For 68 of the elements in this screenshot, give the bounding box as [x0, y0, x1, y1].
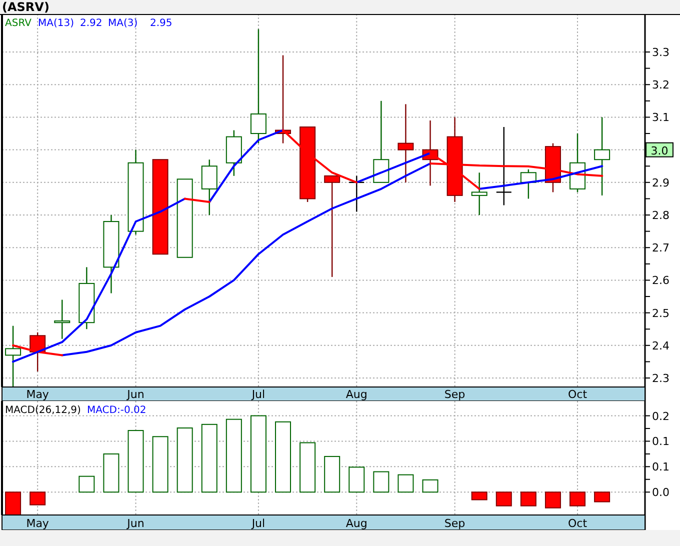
axis-label: Jun — [127, 388, 144, 401]
legend-value: 2.95 — [150, 18, 172, 29]
candlestick — [226, 130, 242, 176]
legend-label: MA(13) — [38, 18, 74, 29]
histogram-bar — [300, 442, 316, 493]
axis-label: 0.1 — [652, 460, 670, 474]
axis-label: Oct — [568, 388, 588, 401]
axis-label: 2.9 — [652, 176, 670, 190]
axis-label: 2.7 — [652, 242, 670, 255]
axis-label: May — [26, 517, 49, 530]
histogram-bar — [471, 492, 488, 500]
histogram-bar — [5, 492, 22, 515]
histogram-bar — [398, 474, 414, 493]
legend-label: ASRV — [5, 18, 32, 29]
axis-label: 0.2 — [652, 410, 670, 423]
candlestick — [54, 300, 70, 339]
candlestick — [544, 143, 561, 192]
axis-label: 2.8 — [652, 209, 670, 222]
axis-label: 3.1 — [652, 111, 670, 124]
axis-label: Oct — [568, 517, 588, 530]
axis-label: 2.5 — [652, 306, 670, 320]
axis-label: 0.1 — [652, 435, 670, 448]
candlestick — [520, 169, 536, 199]
histogram-bar — [496, 492, 512, 506]
candlestick — [422, 120, 438, 186]
histogram-bar — [422, 479, 438, 493]
chart-title: (ASRV) — [2, 0, 50, 14]
histogram-bar — [348, 466, 365, 493]
axis-label: 0.0 — [652, 486, 670, 500]
candlestick — [570, 134, 586, 192]
legend-label: MA(3) — [108, 18, 138, 29]
axis-label: 3.2 — [652, 78, 670, 92]
histogram-bar — [570, 492, 586, 506]
histogram-bar — [176, 427, 193, 493]
axis-label: May — [26, 388, 49, 401]
axis-label: Aug — [346, 388, 368, 401]
axis-label: Jun — [127, 517, 144, 530]
histogram-bar — [103, 453, 120, 493]
histogram-bar — [128, 430, 144, 493]
histogram-bar — [201, 424, 218, 493]
axis-label: Sep — [444, 388, 466, 401]
candlestick — [349, 176, 364, 212]
candlestick — [5, 326, 22, 387]
histogram-bar — [152, 436, 168, 493]
histogram-bar — [520, 492, 536, 506]
axis-label: Sep — [444, 517, 466, 530]
axis-label: Aug — [346, 517, 368, 530]
candlestick — [201, 160, 218, 215]
candlestick — [30, 332, 46, 372]
histogram-bar — [324, 456, 340, 493]
candlestick — [78, 267, 95, 330]
candlestick — [471, 172, 488, 215]
axis-label: 2.4 — [652, 339, 670, 352]
axis-label: 3.3 — [652, 46, 670, 59]
legend-label: MACD(26,12,9) — [5, 405, 81, 416]
axis-label: 2.3 — [652, 372, 670, 385]
axis-label: 2.6 — [652, 274, 670, 288]
histogram-bar — [544, 492, 561, 508]
histogram-bar — [78, 476, 95, 493]
histogram-bar — [594, 492, 610, 502]
histogram-bar — [275, 421, 291, 493]
histogram-bar — [373, 471, 390, 493]
price-tag: 3.0 — [646, 142, 674, 158]
axis-label: Jul — [252, 517, 266, 530]
histogram-bar — [30, 492, 46, 506]
legend-value: 2.92 — [80, 18, 102, 29]
axis-label: Jul — [252, 388, 266, 401]
legend-value: MACD:-0.02 — [87, 405, 146, 416]
